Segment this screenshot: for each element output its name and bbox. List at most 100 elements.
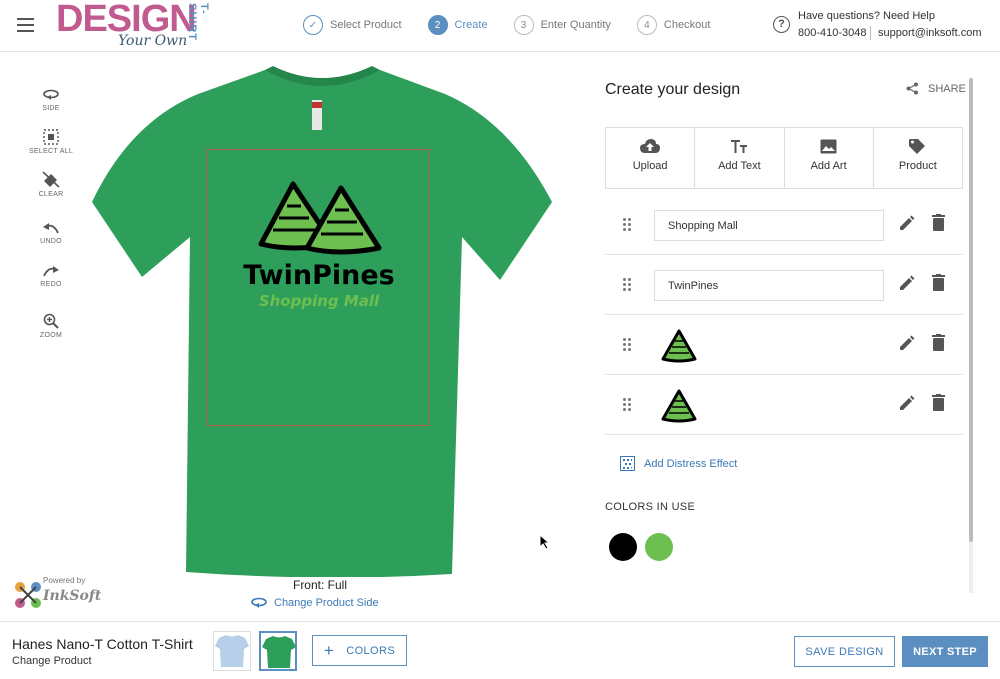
change-product-link[interactable]: Change Product	[12, 655, 92, 667]
edit-icon[interactable]	[898, 275, 915, 292]
save-design-button[interactable]: SAVE DESIGN	[794, 636, 895, 667]
panel-title: Create your design	[605, 81, 741, 98]
product-button[interactable]: Product	[874, 128, 962, 188]
design-subtitle: Shopping Mall	[259, 292, 380, 310]
upload-button[interactable]: Upload	[606, 128, 696, 188]
tool-label: CLEAR	[38, 191, 64, 198]
mouse-cursor-icon	[539, 534, 551, 550]
tshirt-tag-logo	[312, 102, 322, 108]
layer-text-field[interactable]: TwinPines	[654, 270, 884, 301]
design-title: TwinPines	[243, 260, 395, 291]
help-phone[interactable]: 800-410-3048	[798, 27, 867, 39]
design-artwork[interactable]: TwinPines Shopping Mall	[229, 178, 409, 318]
side-tool[interactable]: SIDE	[28, 88, 74, 112]
colors-button[interactable]: + COLORS	[312, 635, 407, 666]
tool-label: SELECT ALL	[28, 148, 74, 155]
drag-handle-icon[interactable]	[623, 218, 631, 232]
step-number: 4	[636, 15, 657, 35]
share-button[interactable]: SHARE	[906, 82, 966, 95]
scrollbar-thumb[interactable]	[969, 78, 973, 542]
help-title: Have questions? Need Help	[798, 10, 935, 22]
pine-tree-icon	[661, 329, 697, 363]
green-tshirt-thumb	[262, 636, 296, 668]
redo-tool[interactable]: REDO	[28, 266, 74, 288]
drag-handle-icon[interactable]	[623, 338, 631, 352]
divider	[870, 26, 871, 40]
colors-in-use-title: COLORS IN USE	[605, 501, 696, 513]
tool-label: ZOOM	[39, 332, 63, 339]
action-label: Add Art	[810, 160, 847, 172]
tag-icon	[909, 139, 926, 154]
color-swatch-green[interactable]	[645, 533, 673, 561]
rotate-icon	[251, 597, 267, 608]
step-select-product[interactable]: ✓ Select Product	[303, 15, 402, 35]
clear-tool[interactable]: CLEAR	[28, 171, 74, 198]
tool-label: SIDE	[42, 105, 60, 112]
powered-by-text: Powered by	[43, 576, 86, 585]
action-label: Product	[898, 160, 937, 172]
eraser-icon	[42, 171, 60, 188]
color-swatch-black[interactable]	[609, 533, 637, 561]
action-label: Add Text	[718, 160, 761, 172]
image-icon	[820, 139, 837, 154]
delete-icon[interactable]	[932, 334, 945, 351]
texture-icon	[620, 456, 635, 471]
help-email[interactable]: support@inksoft.com	[878, 27, 982, 39]
powered-brand: InkSoft	[43, 588, 102, 604]
delete-icon[interactable]	[932, 274, 945, 291]
help-icon[interactable]: ?	[773, 16, 790, 33]
logo-script: Your Own	[118, 33, 188, 49]
select-all-tool[interactable]: SELECT ALL	[28, 129, 74, 155]
text-icon	[731, 140, 748, 153]
progress-steps: ✓ Select Product 2 Create 3 Enter Quanti…	[303, 14, 736, 36]
step-label: Select Product	[330, 19, 402, 31]
drag-handle-icon[interactable]	[623, 398, 631, 412]
layer-row[interactable]	[605, 315, 963, 375]
edit-icon[interactable]	[898, 215, 915, 232]
product-variant-thumb-selected[interactable]	[259, 631, 297, 671]
edit-icon[interactable]	[898, 335, 915, 352]
redo-icon	[43, 266, 59, 277]
layer-row[interactable]: TwinPines	[605, 255, 963, 315]
light-blue-tshirt-thumb	[215, 635, 249, 667]
tool-label: UNDO	[40, 238, 62, 245]
share-label: SHARE	[928, 82, 966, 95]
delete-icon[interactable]	[932, 214, 945, 231]
change-side-link[interactable]: Change Product Side	[250, 597, 379, 609]
header: DESIGN Your Own T-SHIRT ✓ Select Product…	[0, 0, 1000, 52]
powered-by-logo[interactable]: Powered by InkSoft	[13, 576, 103, 612]
step-label: Create	[454, 19, 488, 31]
pine-tree-icon	[661, 389, 697, 423]
layer-row[interactable]	[605, 375, 963, 435]
layer-row[interactable]: Shopping Mall	[605, 195, 963, 255]
zoom-in-icon	[43, 313, 59, 329]
inksoft-logo-icon	[15, 582, 41, 608]
step-enter-quantity[interactable]: 3 Enter Quantity	[513, 15, 611, 35]
plus-icon: +	[323, 640, 335, 660]
zoom-tool[interactable]: ZOOM	[28, 313, 74, 339]
layer-text-field[interactable]: Shopping Mall	[654, 210, 884, 241]
add-distress-link[interactable]: Add Distress Effect	[620, 456, 737, 471]
side-label: Front: Full	[292, 578, 347, 592]
change-side-label: Change Product Side	[274, 597, 379, 609]
step-label: Enter Quantity	[540, 19, 611, 31]
undo-icon	[43, 223, 59, 234]
distress-label: Add Distress Effect	[644, 457, 738, 470]
undo-tool[interactable]: UNDO	[28, 223, 74, 245]
product-variant-thumb[interactable]	[213, 631, 251, 671]
rotate-icon	[43, 89, 59, 100]
next-step-button[interactable]: NEXT STEP	[902, 636, 988, 667]
step-number: 3	[513, 15, 534, 35]
colors-button-label: COLORS	[346, 644, 396, 657]
add-art-button[interactable]: Add Art	[785, 128, 874, 188]
logo[interactable]: DESIGN Your Own T-SHIRT	[56, 0, 210, 51]
step-checkout[interactable]: 4 Checkout	[636, 15, 710, 35]
edit-icon[interactable]	[898, 395, 915, 412]
drag-handle-icon[interactable]	[623, 278, 631, 292]
action-label: Upload	[632, 160, 668, 172]
step-create[interactable]: 2 Create	[427, 15, 488, 35]
add-text-button[interactable]: Add Text	[695, 128, 785, 188]
hamburger-menu-icon[interactable]	[17, 18, 34, 32]
check-icon: ✓	[303, 15, 323, 35]
delete-icon[interactable]	[932, 394, 945, 411]
